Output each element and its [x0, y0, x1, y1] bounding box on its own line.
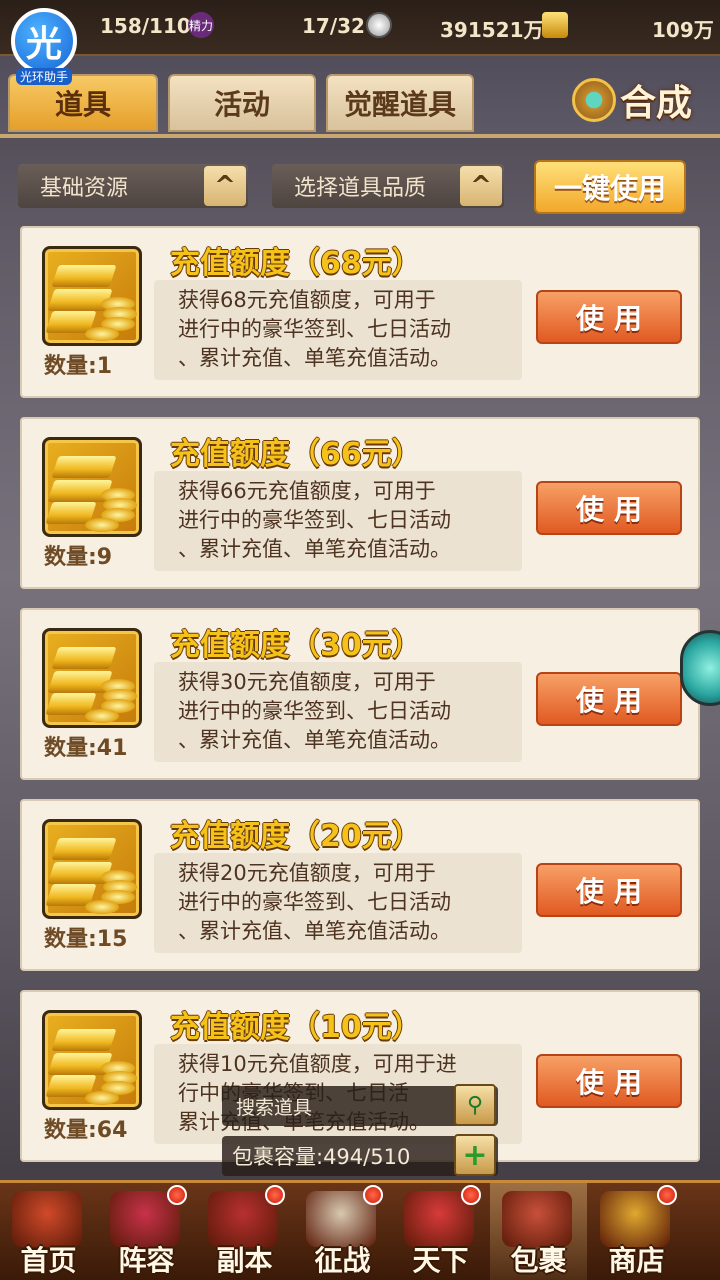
combine-button[interactable]: 合成 [572, 70, 712, 130]
energy-icon: 精力 [188, 12, 214, 38]
search-icon[interactable]: ⚲ [454, 1084, 496, 1126]
item-description: 获得20元充值额度，可用于 进行中的豪华签到、七日活动 、累计充值、单笔充值活动… [154, 853, 522, 953]
item-desc-line: 获得30元充值额度，可用于 [178, 670, 436, 694]
item-title: 充值额度（20元） [170, 819, 422, 854]
nav-item[interactable]: 包裹 [490, 1183, 587, 1280]
notification-dot-icon [657, 1185, 677, 1205]
gold-bullion-icon[interactable] [42, 819, 142, 919]
energy-value: 17/32 [302, 14, 365, 38]
gold-value: 109万 [652, 18, 714, 42]
nav-item[interactable]: 天下 [392, 1183, 489, 1280]
bag-capacity: 包裹容量:494/510 + [222, 1134, 498, 1176]
tab-activity[interactable]: 活动 [168, 74, 316, 132]
expand-capacity-plus-icon[interactable]: + [454, 1134, 496, 1176]
helper-badge-icon: 光 [11, 8, 77, 74]
nav-label: 商店 [608, 1244, 665, 1277]
item-title: 充值额度（30元） [170, 628, 422, 663]
nav-item[interactable]: 副本 [196, 1183, 293, 1280]
item-desc-line: 获得20元充值额度，可用于 [178, 861, 436, 885]
item-desc-line: 获得10元充值额度，可用于进 [178, 1052, 457, 1076]
item-title: 充值额度（68元） [170, 246, 422, 281]
capacity-label: 包裹容量:494/510 [232, 1145, 411, 1169]
use-item-button[interactable]: 使用 [536, 1054, 682, 1108]
item-quantity: 数量:64 [44, 1118, 128, 1143]
gold-bullion-icon[interactable] [42, 1010, 142, 1110]
tab-awaken-items[interactable]: 觉醒道具 [326, 74, 474, 132]
nav-item[interactable]: 征战 [294, 1183, 391, 1280]
item-desc-line: 、累计充值、单笔充值活动。 [178, 919, 451, 943]
search-items[interactable]: 搜索道具 ⚲ [222, 1084, 498, 1126]
item-list: 数量:1 充值额度（68元） 获得68元充值额度，可用于 进行中的豪华签到、七日… [20, 226, 700, 1181]
nav-label: 征战 [314, 1244, 371, 1277]
item-quantity: 数量:15 [44, 927, 128, 952]
item-desc-line: 进行中的豪华签到、七日活动 [178, 317, 451, 341]
resource-type-label: 基础资源 [40, 176, 129, 201]
nav-label: 副本 [216, 1244, 273, 1277]
use-item-button[interactable]: 使用 [536, 863, 682, 917]
combine-label: 合成 [620, 83, 693, 124]
item-title: 充值额度（10元） [170, 1010, 422, 1045]
quality-label: 选择道具品质 [294, 176, 427, 201]
use-all-button[interactable]: 一键使用 [534, 160, 686, 214]
silver-value: 391521万 [440, 18, 544, 42]
chevron-up-icon[interactable]: ^ [204, 166, 246, 206]
helper-label: 光环助手 [15, 68, 72, 85]
search-label: 搜索道具 [236, 1096, 313, 1119]
nav-label: 首页 [20, 1244, 77, 1277]
silver-coin-icon [366, 12, 392, 38]
item-title: 充值额度（66元） [170, 437, 422, 472]
gold-bullion-icon[interactable] [42, 628, 142, 728]
notification-dot-icon [167, 1185, 187, 1205]
nav-label: 天下 [412, 1244, 469, 1277]
resource-bar: 158/110 精力 17/32 391521万 109万 [0, 0, 720, 56]
item-quantity: 数量:41 [44, 736, 128, 761]
item-desc-line: 、累计充值、单笔充值活动。 [178, 346, 451, 370]
item-desc-line: 、累计充值、单笔充值活动。 [178, 537, 451, 561]
bottom-navigation: 首页 阵容 副本 征战 天下 包裹 商店 [0, 1180, 720, 1280]
nav-label: 包裹 [510, 1244, 567, 1277]
floating-assistant-icon[interactable] [680, 630, 720, 706]
item-quantity: 数量:1 [44, 354, 113, 379]
nav-item[interactable]: 首页 [0, 1183, 97, 1280]
combine-icon [572, 78, 616, 122]
item-desc-line: 进行中的豪华签到、七日活动 [178, 890, 451, 914]
use-item-button[interactable]: 使用 [536, 481, 682, 535]
item-desc-line: 获得66元充值额度，可用于 [178, 479, 436, 503]
quality-filter[interactable]: 选择道具品质 ^ [272, 164, 504, 208]
nav-item[interactable]: 商店 [588, 1183, 685, 1280]
item-card: 数量:15 充值额度（20元） 获得20元充值额度，可用于 进行中的豪华签到、七… [20, 799, 700, 971]
chevron-up-icon[interactable]: ^ [460, 166, 502, 206]
use-item-button[interactable]: 使用 [536, 290, 682, 344]
item-desc-line: 获得68元充值额度，可用于 [178, 288, 436, 312]
item-card: 数量:41 充值额度（30元） 获得30元充值额度，可用于 进行中的豪华签到、七… [20, 608, 700, 780]
item-description: 获得68元充值额度，可用于 进行中的豪华签到、七日活动 、累计充值、单笔充值活动… [154, 280, 522, 380]
stamina-value: 158/110 [100, 14, 191, 38]
gold-bullion-icon[interactable] [42, 437, 142, 537]
item-quantity: 数量:9 [44, 545, 113, 570]
use-item-button[interactable]: 使用 [536, 672, 682, 726]
item-description: 获得30元充值额度，可用于 进行中的豪华签到、七日活动 、累计充值、单笔充值活动… [154, 662, 522, 762]
nav-label: 阵容 [118, 1244, 175, 1277]
item-desc-line: 进行中的豪华签到、七日活动 [178, 508, 451, 532]
item-card: 数量:1 充值额度（68元） 获得68元充值额度，可用于 进行中的豪华签到、七日… [20, 226, 700, 398]
nav-item[interactable]: 阵容 [98, 1183, 195, 1280]
notification-dot-icon [363, 1185, 383, 1205]
item-desc-line: 、累计充值、单笔充值活动。 [178, 728, 451, 752]
item-card: 数量:9 充值额度（66元） 获得66元充值额度，可用于 进行中的豪华签到、七日… [20, 417, 700, 589]
gold-bullion-icon[interactable] [42, 246, 142, 346]
item-description: 获得66元充值额度，可用于 进行中的豪华签到、七日活动 、累计充值、单笔充值活动… [154, 471, 522, 571]
notification-dot-icon [461, 1185, 481, 1205]
helper-app-badge[interactable]: 光 光环助手 [6, 8, 82, 94]
item-desc-line: 进行中的豪华签到、七日活动 [178, 699, 451, 723]
gold-ingot-icon [542, 12, 568, 38]
resource-type-filter[interactable]: 基础资源 ^ [18, 164, 248, 208]
notification-dot-icon [265, 1185, 285, 1205]
